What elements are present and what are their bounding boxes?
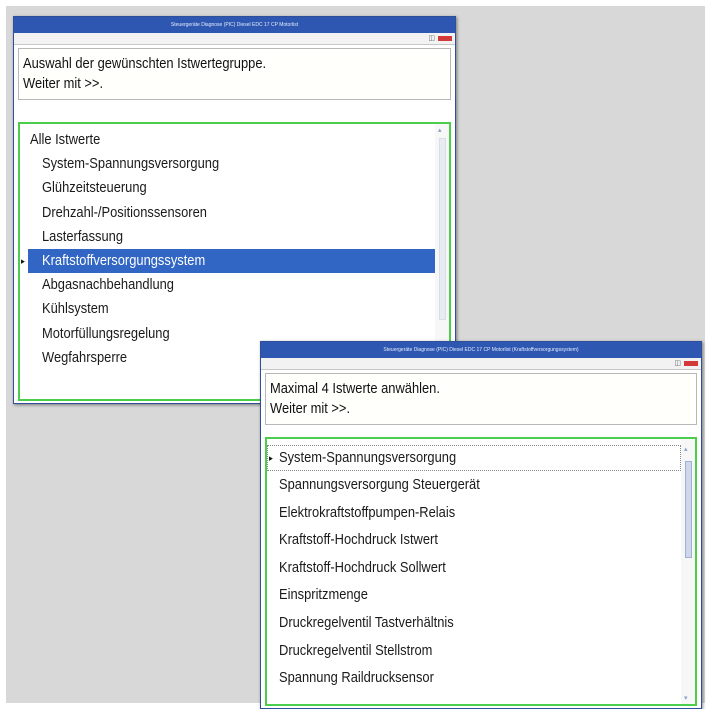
list-item[interactable]: Kraftstoff-Hochdruck Istwert xyxy=(267,526,681,554)
list-item[interactable]: Abgasnachbehandlung xyxy=(20,273,435,297)
scroll-up-icon[interactable]: ▴ xyxy=(684,445,688,453)
list-item[interactable]: Kühlsystem xyxy=(20,297,435,321)
list-item[interactable]: Spannung Raildrucksensor xyxy=(267,664,681,692)
list-scrollbar[interactable]: ▴ ▾ xyxy=(681,439,695,704)
close-icon[interactable] xyxy=(438,36,452,41)
list-item[interactable]: Spannungsversorgung Steuergerät xyxy=(267,471,681,499)
list-item[interactable]: Drehzahl-/Positionssensoren xyxy=(20,201,435,225)
list-item-focused[interactable]: ▸ System-Spannungsversorgung xyxy=(267,445,681,471)
list-item[interactable]: Elektrokraftstoffpumpen-Relais xyxy=(267,499,681,527)
instruction-panel: Auswahl der gewünschten Istwertegruppe. … xyxy=(18,48,451,100)
list-item[interactable]: Druckregelventil Tastverhältnis xyxy=(267,609,681,637)
instruction-next-hint: Weiter mit >>. xyxy=(23,75,104,92)
list-item[interactable]: Druckregelventil Stellstrom xyxy=(267,637,681,665)
scroll-up-icon[interactable]: ▴ xyxy=(438,126,442,134)
istwerte-list[interactable]: ▸ System-Spannungsversorgung Spannungsve… xyxy=(265,437,697,706)
close-icon[interactable] xyxy=(684,361,698,366)
list-item-selected[interactable]: ▸ Kraftstoffversorgungssystem xyxy=(21,248,435,274)
minimize-icon[interactable]: ◫ xyxy=(674,360,681,367)
row-marker-icon: ▸ xyxy=(269,453,273,463)
scroll-thumb[interactable] xyxy=(685,461,692,558)
window-toolbar: ◫ xyxy=(14,33,455,45)
window-title: Steuergeräte Diagnose (PIC) Diesel EDC 1… xyxy=(261,342,701,358)
minimize-icon[interactable]: ◫ xyxy=(428,35,435,42)
list-item[interactable]: Glühzeitsteuerung xyxy=(20,176,435,200)
list-item[interactable]: Lasterfassung xyxy=(20,225,435,249)
instruction-panel: Maximal 4 Istwerte anwählen. Weiter mit … xyxy=(265,373,697,425)
instruction-next-hint: Weiter mit >>. xyxy=(270,400,351,417)
istwerte-auswahl-window: Steuergeräte Diagnose (PIC) Diesel EDC 1… xyxy=(260,341,702,709)
list-item[interactable]: Einspritzmenge xyxy=(267,581,681,609)
scroll-down-icon[interactable]: ▾ xyxy=(684,694,688,702)
window-title: Steuergeräte Diagnose (PIC) Diesel EDC 1… xyxy=(14,17,455,33)
list-item[interactable]: System-Spannungsversorgung xyxy=(20,152,435,176)
list-item[interactable]: Alle Istwerte xyxy=(20,128,435,152)
list-item[interactable]: Kraftstoff-Hochdruck Sollwert xyxy=(267,554,681,582)
instruction-text: Maximal 4 Istwerte anwählen. xyxy=(270,380,440,397)
instruction-text: Auswahl der gewünschten Istwertegruppe. xyxy=(23,55,267,72)
window-toolbar: ◫ xyxy=(261,358,701,370)
row-marker-icon: ▸ xyxy=(21,255,25,266)
scroll-thumb[interactable] xyxy=(439,138,446,320)
